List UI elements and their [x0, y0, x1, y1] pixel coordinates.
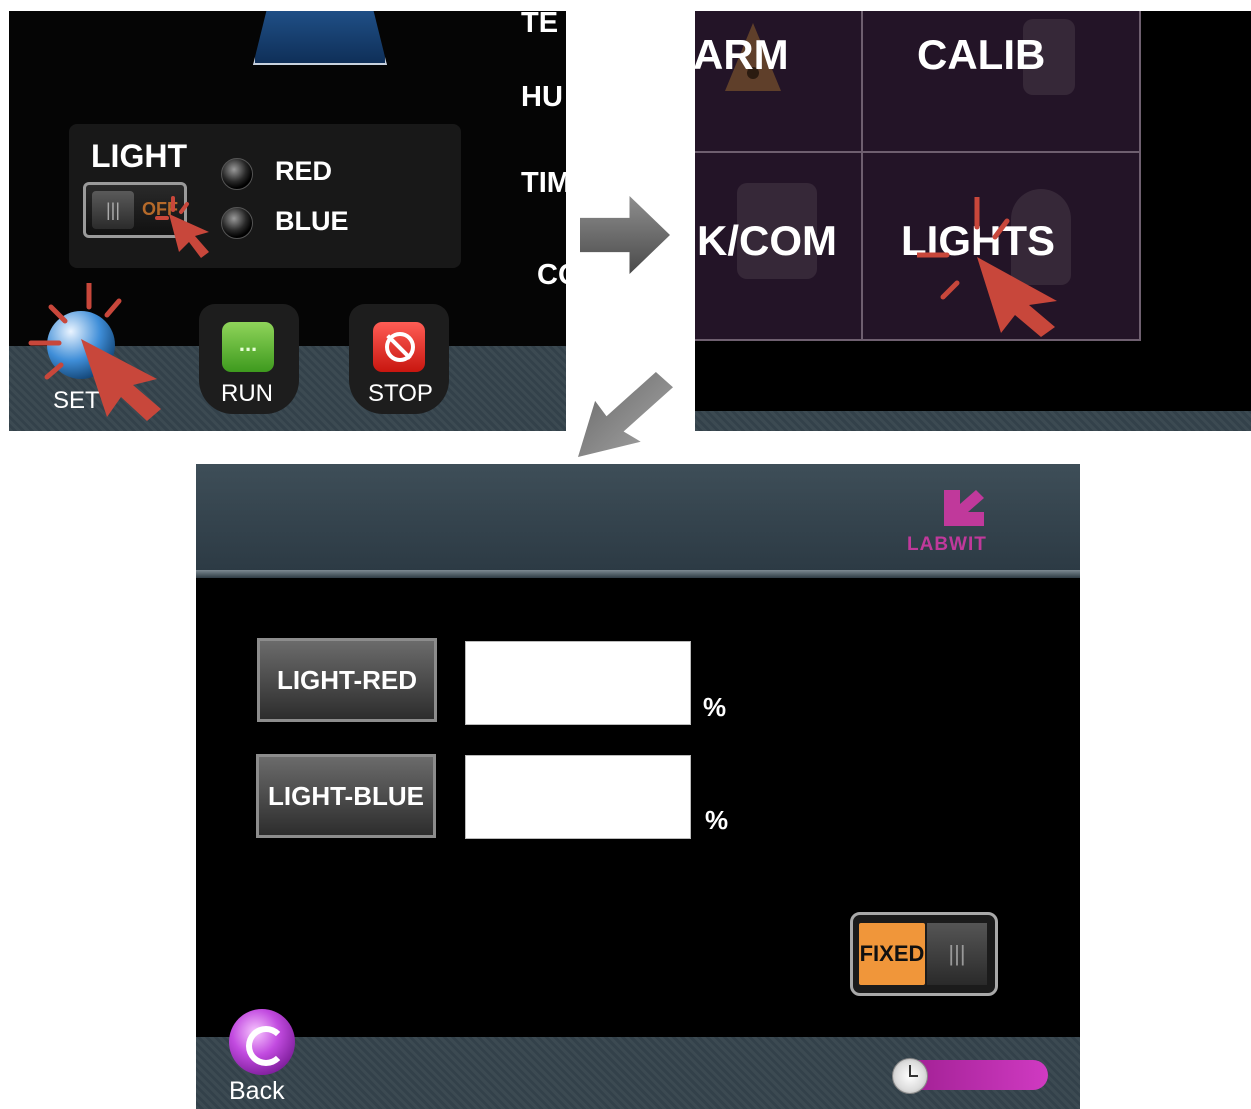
- menu-item-temp-partial[interactable]: TE: [521, 11, 558, 40]
- clock-icon[interactable]: [892, 1058, 928, 1094]
- menu-cell-calib[interactable]: CALIB: [861, 11, 1141, 153]
- chamber-tray-graphic: [253, 11, 387, 65]
- menu-cell-label: CALIB: [917, 31, 1046, 78]
- menu-cell-alarm[interactable]: ARM: [695, 11, 863, 153]
- fixed-mode-toggle[interactable]: FIXED |||: [850, 912, 998, 996]
- main-screen-panel: TE HU TIM CO LIGHT ||| OFF RED BLUE SET …: [9, 11, 566, 431]
- light-blue-input[interactable]: [465, 755, 691, 839]
- run-button[interactable]: ... RUN: [199, 304, 299, 414]
- back-icon[interactable]: [229, 1009, 295, 1075]
- toggle-grip: |||: [927, 923, 987, 985]
- stop-button[interactable]: STOP: [349, 304, 449, 414]
- light-title: LIGHT: [91, 138, 187, 174]
- flow-arrow-right-icon: [580, 196, 670, 274]
- header-divider: [196, 570, 1080, 578]
- labwit-logo-text: LABWIT: [907, 534, 987, 555]
- menu-cell-lock-com[interactable]: K/COM: [695, 151, 863, 341]
- lights-settings-panel: LABWIT LIGHT-RED % LIGHT-BLUE % FIXED ||…: [196, 464, 1080, 1109]
- blue-led-label: BLUE: [275, 206, 349, 236]
- red-indicator-led: [221, 158, 253, 190]
- flow-arrow-down-left-icon: [578, 372, 673, 457]
- stop-icon: [373, 322, 425, 372]
- menu-item-time-partial[interactable]: TIM: [521, 167, 566, 200]
- stop-button-label: STOP: [368, 380, 433, 407]
- light-red-unit: %: [703, 692, 727, 722]
- cursor-click-icon: [917, 197, 1057, 337]
- menu-cell-label: ARM: [695, 31, 789, 78]
- light-red-button[interactable]: LIGHT-RED: [257, 638, 437, 722]
- light-red-input[interactable]: [465, 641, 691, 725]
- cursor-click-icon: [155, 196, 209, 258]
- menu-item-humidity-partial[interactable]: HU: [521, 81, 563, 114]
- settings-menu-panel: ARM CALIB K/COM LIGHTS: [695, 11, 1251, 431]
- menu-item-co-partial[interactable]: CO: [537, 259, 566, 292]
- run-icon: ...: [222, 322, 274, 372]
- back-button-label[interactable]: Back: [229, 1077, 285, 1106]
- light-blue-button[interactable]: LIGHT-BLUE: [256, 754, 436, 838]
- cursor-click-icon: [28, 283, 161, 421]
- light-blue-unit: %: [705, 805, 729, 835]
- fixed-toggle-label: FIXED: [859, 923, 925, 985]
- red-led-label: RED: [275, 156, 333, 186]
- blue-indicator-led: [221, 207, 253, 239]
- run-button-label: RUN: [221, 380, 273, 407]
- menu-cell-label: K/COM: [697, 217, 837, 264]
- bottom-toolbar: [695, 411, 1251, 431]
- light-control-box: LIGHT ||| OFF RED BLUE: [69, 124, 461, 268]
- toggle-grip: |||: [92, 191, 134, 229]
- labwit-logo-icon: [944, 490, 984, 526]
